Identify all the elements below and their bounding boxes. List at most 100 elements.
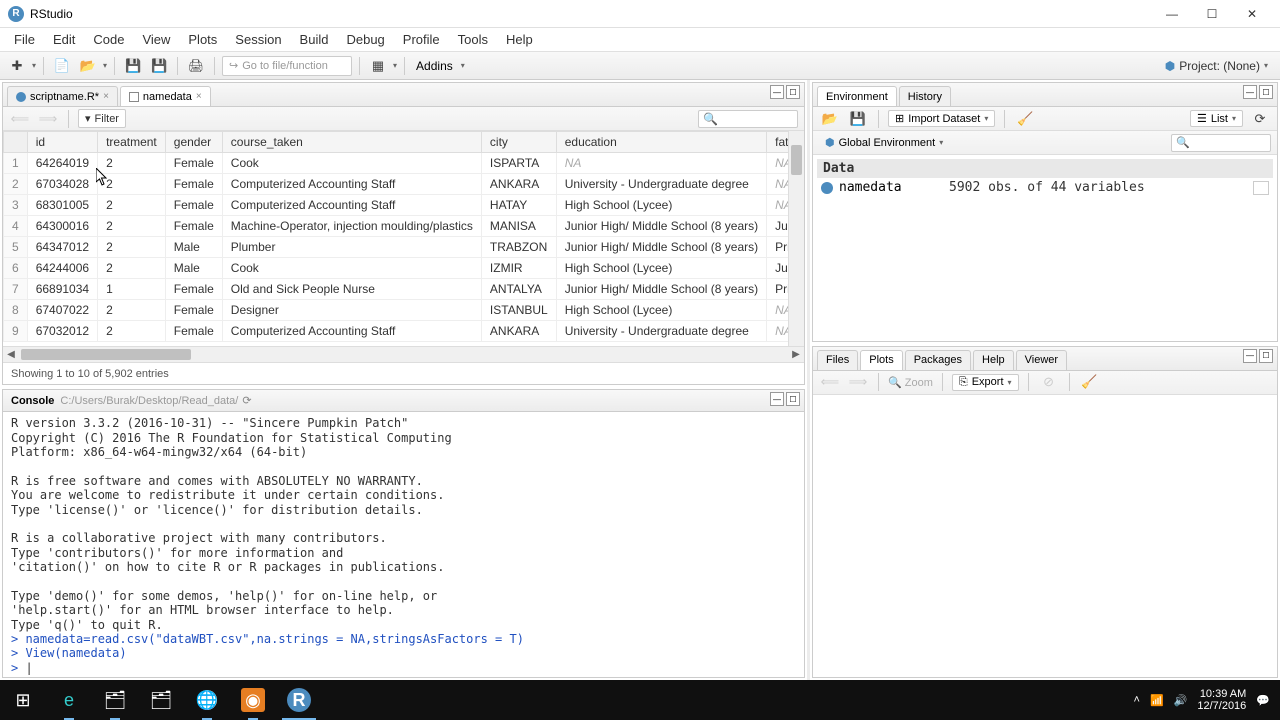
env-item-namedata[interactable]: namedata5902 obs. of 44 variables — [817, 178, 1273, 197]
table-row[interactable]: 9670320122FemaleComputerized Accounting … — [4, 321, 805, 342]
environment-scope-dropdown[interactable]: ⬢ Global Environment ▾ — [819, 134, 949, 151]
save-button[interactable]: 💾 — [122, 55, 144, 77]
table-row[interactable]: 1642640192FemaleCookISPARTANANA — [4, 153, 805, 174]
menu-build[interactable]: Build — [292, 29, 337, 50]
view-data-icon[interactable] — [1253, 181, 1269, 195]
table-row[interactable]: 7668910341FemaleOld and Sick People Nurs… — [4, 279, 805, 300]
tray-volume-icon[interactable]: 🔊 — [1174, 694, 1188, 707]
minimize-pane-icon[interactable]: — — [1243, 349, 1257, 363]
console-tab[interactable]: Console — [11, 395, 54, 407]
refresh-env-button[interactable]: ⟳ — [1249, 108, 1271, 130]
clear-plots-button[interactable]: 🧹 — [1079, 371, 1101, 393]
maximize-pane-icon[interactable]: ☐ — [1259, 85, 1273, 99]
table-row[interactable]: 4643000162FemaleMachine-Operator, inject… — [4, 216, 805, 237]
col-course_taken[interactable]: course_taken — [222, 132, 481, 153]
windows-taskbar: ⊞ e 🗂 🗂 🌐 ◉ R ˄ 📶 🔊 10:39 AM 12/7/2016 💬 — [0, 680, 1280, 720]
taskbar-chrome[interactable]: 🌐 — [184, 680, 230, 720]
close-button[interactable]: ✕ — [1232, 2, 1272, 26]
close-tab-icon[interactable]: × — [196, 91, 202, 102]
tab-environment[interactable]: Environment — [817, 86, 897, 106]
open-file-button[interactable]: 📂 — [77, 55, 99, 77]
tab-history[interactable]: History — [899, 86, 951, 106]
import-dataset-button[interactable]: ⊞ Import Dataset ▾ — [888, 110, 995, 127]
tab-help[interactable]: Help — [973, 350, 1014, 370]
maximize-pane-icon[interactable]: ☐ — [1259, 349, 1273, 363]
minimize-pane-icon[interactable]: — — [770, 392, 784, 406]
load-workspace-button[interactable]: 📂 — [819, 108, 841, 130]
taskbar-rstudio[interactable]: R — [276, 680, 322, 720]
search-input[interactable]: 🔍 — [698, 110, 798, 128]
minimize-button[interactable]: — — [1152, 2, 1192, 26]
tray-up-icon[interactable]: ˄ — [1134, 694, 1140, 706]
taskbar-app[interactable]: ◉ — [230, 680, 276, 720]
tray-network-icon[interactable]: 📶 — [1150, 694, 1164, 707]
menu-view[interactable]: View — [134, 29, 178, 50]
close-tab-icon[interactable]: × — [103, 91, 109, 102]
project-menu[interactable]: ⬢ Project: (None) ▾ — [1165, 59, 1274, 73]
menu-file[interactable]: File — [6, 29, 43, 50]
zoom-button[interactable]: 🔍 Zoom — [888, 376, 933, 389]
save-all-button[interactable]: 💾 — [148, 55, 170, 77]
col-treatment[interactable]: treatment — [98, 132, 166, 153]
filter-button[interactable]: ▾ Filter — [78, 109, 126, 128]
minimize-pane-icon[interactable]: — — [1243, 85, 1257, 99]
minimize-pane-icon[interactable]: — — [770, 85, 784, 99]
view-mode-dropdown[interactable]: ☰ List ▾ — [1190, 110, 1243, 127]
menu-tools[interactable]: Tools — [450, 29, 496, 50]
menu-help[interactable]: Help — [498, 29, 541, 50]
col-id[interactable]: id — [27, 132, 97, 153]
table-row[interactable]: 8674070222FemaleDesignerISTANBULHigh Sch… — [4, 300, 805, 321]
col-education[interactable]: education — [556, 132, 766, 153]
maximize-button[interactable]: ☐ — [1192, 2, 1232, 26]
menu-edit[interactable]: Edit — [45, 29, 83, 50]
new-file-button[interactable]: ✚ — [6, 55, 28, 77]
goto-file-input[interactable]: ↪ Go to file/function — [222, 56, 352, 76]
grid-button[interactable]: ▦ — [367, 55, 389, 77]
horizontal-scrollbar[interactable]: ◀ ▶ — [3, 346, 804, 362]
console-output[interactable]: R version 3.3.2 (2016-10-31) -- "Sincere… — [3, 412, 804, 677]
menu-profile[interactable]: Profile — [395, 29, 448, 50]
menu-plots[interactable]: Plots — [180, 29, 225, 50]
remove-plot-button[interactable]: ⊘ — [1038, 371, 1060, 393]
taskbar-explorer2[interactable]: 🗂 — [138, 680, 184, 720]
tab-packages[interactable]: Packages — [905, 350, 971, 370]
col-gender[interactable]: gender — [165, 132, 222, 153]
taskbar-edge[interactable]: e — [46, 680, 92, 720]
back-button[interactable]: ⟸ — [9, 108, 31, 130]
tray-clock[interactable]: 10:39 AM 12/7/2016 — [1197, 688, 1246, 712]
search-icon: 🔍 — [703, 112, 718, 126]
maximize-pane-icon[interactable]: ☐ — [786, 85, 800, 99]
tab-files[interactable]: Files — [817, 350, 858, 370]
plot-back-button[interactable]: ⟸ — [819, 371, 841, 393]
col-city[interactable]: city — [481, 132, 556, 153]
tab-scriptname-r-[interactable]: scriptname.R*× — [7, 86, 118, 106]
clear-workspace-button[interactable]: 🧹 — [1014, 108, 1036, 130]
table-icon — [129, 92, 139, 102]
col-rownum[interactable] — [4, 132, 28, 153]
table-row[interactable]: 5643470122MalePlumberTRABZONJunior High/… — [4, 237, 805, 258]
start-button[interactable]: ⊞ — [0, 680, 46, 720]
print-button[interactable]: 🖨 — [185, 55, 207, 77]
export-button[interactable]: ⎘ Export ▾ — [952, 374, 1019, 391]
vertical-scrollbar[interactable] — [788, 131, 804, 346]
plot-forward-button[interactable]: ⟹ — [847, 371, 869, 393]
tab-viewer[interactable]: Viewer — [1016, 350, 1067, 370]
tab-plots[interactable]: Plots — [860, 350, 902, 370]
tab-namedata[interactable]: namedata× — [120, 86, 211, 106]
menu-session[interactable]: Session — [227, 29, 289, 50]
maximize-pane-icon[interactable]: ☐ — [786, 392, 800, 406]
table-row[interactable]: 3683010052FemaleComputerized Accounting … — [4, 195, 805, 216]
new-project-button[interactable]: 📄 — [51, 55, 73, 77]
tray-notifications-icon[interactable]: 💬 — [1256, 694, 1270, 707]
table-row[interactable]: 2670340282FemaleComputerized Accounting … — [4, 174, 805, 195]
menu-code[interactable]: Code — [85, 29, 132, 50]
refresh-icon[interactable]: ⟳ — [242, 394, 251, 407]
menu-debug[interactable]: Debug — [338, 29, 392, 50]
save-workspace-button[interactable]: 💾 — [847, 108, 869, 130]
taskbar-explorer[interactable]: 🗂 — [92, 680, 138, 720]
env-search-input[interactable]: 🔍 — [1171, 134, 1271, 152]
table-row[interactable]: 6642440062MaleCookIZMIRHigh School (Lyce… — [4, 258, 805, 279]
forward-button[interactable]: ⟹ — [37, 108, 59, 130]
addins-menu[interactable]: Addins — [412, 59, 457, 73]
data-table[interactable]: idtreatmentgendercourse_takencityeducati… — [3, 131, 804, 346]
